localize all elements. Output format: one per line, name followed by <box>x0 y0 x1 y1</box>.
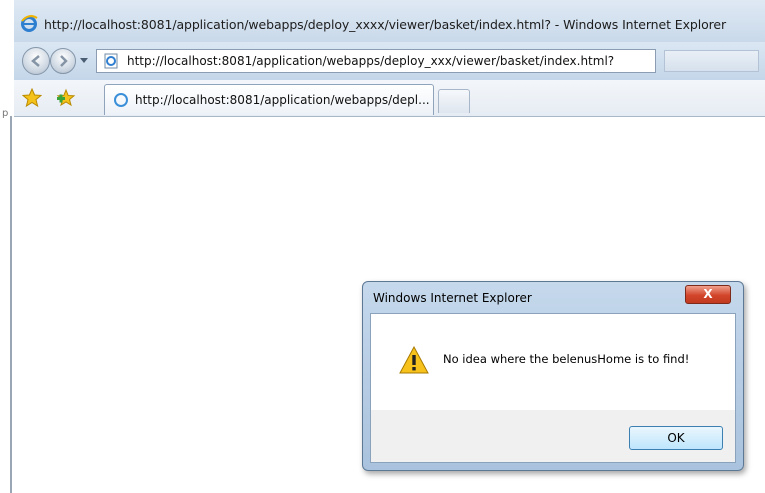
new-tab-button[interactable] <box>438 89 470 113</box>
tab-current[interactable]: http://localhost:8081/application/webapp… <box>104 84 434 115</box>
navigation-bar: http://localhost:8081/application/webapp… <box>14 42 765 81</box>
page-icon <box>103 53 119 69</box>
dialog-footer: OK <box>371 410 735 462</box>
dialog-message: No idea where the belenusHome is to find… <box>443 352 690 366</box>
dialog-title: Windows Internet Explorer <box>373 291 532 305</box>
stray-text: p <box>2 108 9 119</box>
close-button[interactable]: X <box>685 285 731 304</box>
back-arrow-icon <box>31 55 40 67</box>
favorites-star-icon[interactable] <box>21 87 43 108</box>
loading-icon <box>113 92 129 108</box>
left-window-edge: p <box>0 0 14 493</box>
forward-button[interactable] <box>50 48 76 74</box>
tab-bar: http://localhost:8081/application/webapp… <box>14 80 765 117</box>
window-title: http://localhost:8081/application/webapp… <box>44 17 727 32</box>
back-button[interactable] <box>22 47 50 75</box>
recent-pages-dropdown[interactable] <box>80 58 88 63</box>
ok-button[interactable]: OK <box>629 426 723 450</box>
warning-icon <box>399 345 429 374</box>
title-bar: http://localhost:8081/application/webapp… <box>14 0 765 43</box>
search-box[interactable] <box>664 50 759 72</box>
add-favorites-icon[interactable] <box>56 88 76 108</box>
url-text: http://localhost:8081/application/webapp… <box>127 54 615 68</box>
dialog-body: No idea where the belenusHome is to find… <box>370 313 736 463</box>
window-border-line <box>10 116 12 493</box>
forward-arrow-icon <box>60 55 68 67</box>
alert-dialog: Windows Internet Explorer X No idea wher… <box>362 281 744 471</box>
address-bar[interactable]: http://localhost:8081/application/webapp… <box>96 49 656 73</box>
ie-logo-icon <box>20 14 38 32</box>
tab-label: http://localhost:8081/application/webapp… <box>135 93 430 107</box>
